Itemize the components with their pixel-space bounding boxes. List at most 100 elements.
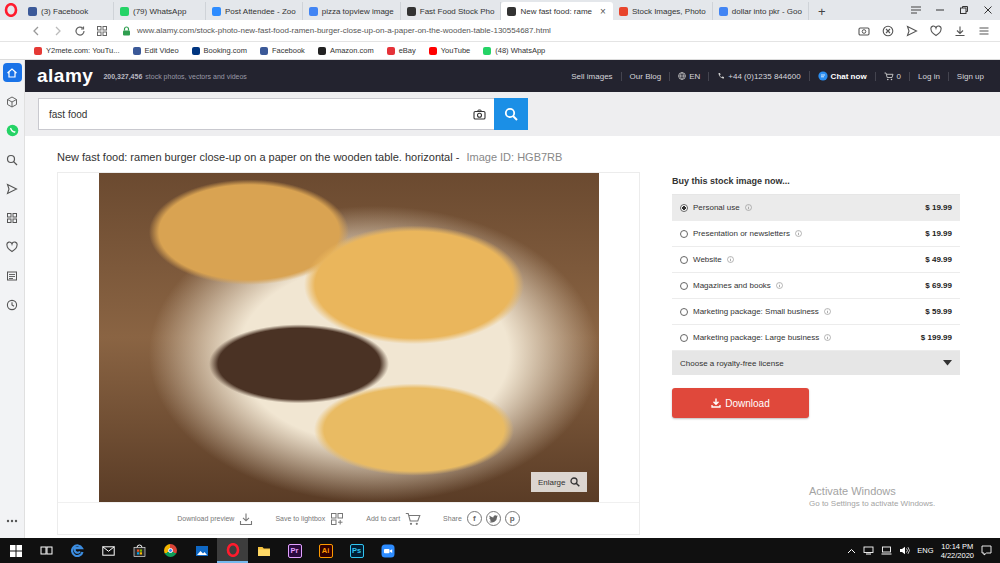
license-option[interactable]: Presentation or newsletters $ 19.99	[672, 221, 960, 247]
download-icon[interactable]	[954, 25, 966, 37]
taskbar-opera-button[interactable]	[217, 538, 248, 563]
taskbar-chrome-button[interactable]	[155, 538, 186, 563]
alamy-logo[interactable]: alamy	[37, 65, 93, 87]
taskbar-start-button[interactable]	[0, 538, 31, 563]
sidebar-item[interactable]	[3, 92, 22, 111]
nav-item[interactable]: Sell images	[563, 72, 620, 81]
taskbar-photoshop-button[interactable]: Ps	[341, 538, 372, 563]
tracker-blocker-icon[interactable]	[882, 25, 894, 37]
license-option[interactable]: Marketing package: Small business $ 59.9…	[672, 299, 960, 325]
bookmark[interactable]: Facebook	[260, 46, 305, 55]
browser-tab[interactable]: pizza topview image	[303, 2, 401, 20]
back-arrow-icon[interactable]	[30, 25, 42, 37]
nav-item[interactable]: +44 (0)1235 844600	[708, 72, 808, 81]
heart-icon[interactable]	[930, 25, 942, 37]
device-icon[interactable]	[863, 546, 874, 555]
camera-search-icon[interactable]	[473, 109, 486, 120]
maximize-button[interactable]	[952, 0, 976, 20]
browser-tab[interactable]: (79) WhatsApp	[114, 2, 206, 20]
bookmark[interactable]: YouTube	[429, 46, 470, 55]
snapshot-camera-icon[interactable]	[858, 25, 870, 37]
sidebar-item[interactable]	[3, 511, 22, 530]
license-dropdown[interactable]: Choose a royalty-free license	[672, 351, 960, 375]
nav-item[interactable]: Our Blog	[621, 72, 670, 81]
radio-button[interactable]	[680, 256, 688, 264]
input-language[interactable]: ENG	[917, 546, 933, 555]
bookmark[interactable]: Edit Video	[133, 46, 179, 55]
reload-icon[interactable]	[74, 25, 86, 37]
browser-tab[interactable]: dollar into pkr - Goo	[713, 2, 809, 20]
new-tab-button[interactable]: +	[809, 2, 835, 20]
info-icon[interactable]	[727, 256, 734, 263]
radio-button[interactable]	[680, 204, 688, 212]
sidebar-item[interactable]	[3, 295, 22, 314]
info-icon[interactable]	[824, 334, 831, 341]
forward-arrow-icon[interactable]	[52, 25, 64, 37]
clock[interactable]: 10:14 PM 4/22/2020	[941, 542, 974, 560]
image-action[interactable]: Add to cart	[366, 512, 421, 526]
license-option[interactable]: Marketing package: Large business $ 199.…	[672, 325, 960, 351]
search-input[interactable]: fast food	[38, 98, 494, 130]
show-hidden-icons-chevron-icon[interactable]	[847, 548, 856, 554]
sidebar-item[interactable]	[3, 266, 22, 285]
info-icon[interactable]	[745, 204, 752, 211]
radio-button[interactable]	[680, 334, 688, 342]
easy-setup-icon[interactable]	[978, 25, 990, 37]
sidebar-item[interactable]	[3, 179, 22, 198]
sidebar-item[interactable]	[3, 150, 22, 169]
info-icon[interactable]	[795, 230, 802, 237]
stock-photo[interactable]: Enlarge	[99, 173, 599, 502]
browser-tab[interactable]: Post Attendee - Zoo	[206, 2, 303, 20]
image-action[interactable]: Download preview	[177, 512, 253, 526]
nav-item[interactable]: Log in	[909, 72, 948, 81]
send-icon[interactable]	[906, 25, 918, 37]
sidebar-item[interactable]	[3, 208, 22, 227]
sidebar-item[interactable]	[3, 63, 22, 82]
taskbar-explorer-button[interactable]	[248, 538, 279, 563]
radio-button[interactable]	[680, 282, 688, 290]
browser-tab[interactable]: New fast food: rame ×	[501, 2, 612, 20]
radio-button[interactable]	[680, 230, 688, 238]
taskbar-store-button[interactable]	[124, 538, 155, 563]
taskbar-zoom-button[interactable]	[372, 538, 403, 563]
bookmark[interactable]: Y2mete.com: YouTu...	[34, 46, 120, 55]
download-button[interactable]: Download	[672, 388, 809, 418]
sidebar-item[interactable]	[3, 121, 22, 140]
facebook-share-button[interactable]: f	[467, 511, 482, 526]
bookmark[interactable]: eBay	[387, 46, 416, 55]
nav-item[interactable]: Chat now	[809, 71, 875, 81]
nav-item[interactable]: EN	[669, 72, 708, 81]
browser-tab[interactable]: Fast Food Stock Pho	[401, 2, 502, 20]
minimize-button[interactable]	[928, 0, 952, 20]
image-action[interactable]: Save to lightbox	[275, 512, 344, 526]
taskbar-photos-button[interactable]	[186, 538, 217, 563]
search-button[interactable]	[494, 98, 528, 130]
taskbar-illustrator-button[interactable]: Ai	[310, 538, 341, 563]
close-window-button[interactable]	[976, 0, 1000, 20]
taskbar-task-view-button[interactable]	[31, 538, 62, 563]
notifications-icon[interactable]	[981, 545, 992, 556]
license-option[interactable]: Magazines and books $ 69.99	[672, 273, 960, 299]
bookmark[interactable]: (48) WhatsApp	[483, 46, 545, 55]
tab-menu-button[interactable]	[904, 0, 928, 20]
license-option[interactable]: Personal use $ 19.99	[672, 195, 960, 221]
enlarge-button[interactable]: Enlarge	[531, 472, 587, 492]
nav-item[interactable]: Sign up	[948, 72, 992, 81]
tab-close-button[interactable]: ×	[596, 6, 606, 17]
url-field[interactable]: www.alamy.com/stock-photo-new-fast-food-…	[118, 26, 848, 36]
nav-item[interactable]: 0	[875, 72, 909, 81]
info-icon[interactable]	[776, 282, 783, 289]
radio-button[interactable]	[680, 308, 688, 316]
network-icon[interactable]	[881, 546, 892, 555]
twitter-share-button[interactable]	[486, 511, 501, 526]
browser-tab[interactable]: (3) Facebook	[22, 2, 114, 20]
taskbar-edge-button[interactable]	[62, 538, 93, 563]
bookmark[interactable]: Amazon.com	[318, 46, 374, 55]
volume-icon[interactable]	[899, 546, 910, 555]
pinterest-share-button[interactable]: p	[505, 511, 520, 526]
opera-menu-button[interactable]	[0, 0, 22, 20]
bookmark[interactable]: Booking.com	[192, 46, 247, 55]
taskbar-premiere-button[interactable]: Pr	[279, 538, 310, 563]
license-option[interactable]: Website $ 49.99	[672, 247, 960, 273]
sidebar-item[interactable]	[3, 237, 22, 256]
